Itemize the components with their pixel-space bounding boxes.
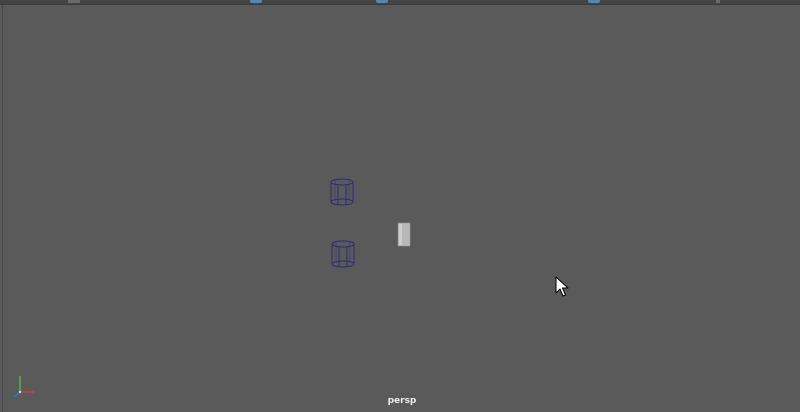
- box-shaded[interactable]: [397, 222, 411, 247]
- toolbar-icon-button[interactable]: [250, 0, 262, 3]
- axis-gizmo-icon: [13, 376, 34, 398]
- viewport-scene[interactable]: [3, 5, 800, 412]
- toolbar-button[interactable]: [68, 0, 80, 3]
- toolbar-icon-button[interactable]: [376, 0, 388, 3]
- camera-name-label: persp: [387, 396, 417, 406]
- toolbar-button[interactable]: [716, 0, 720, 3]
- maya-app-window: persp: [0, 0, 800, 412]
- perspective-viewport[interactable]: persp: [2, 5, 800, 412]
- toolbar-icon-button[interactable]: [588, 0, 600, 3]
- arrow-cursor-icon: [555, 276, 569, 297]
- cylinder-wireframe-upper[interactable]: [330, 178, 354, 206]
- cylinder-wireframe-lower[interactable]: [331, 240, 355, 268]
